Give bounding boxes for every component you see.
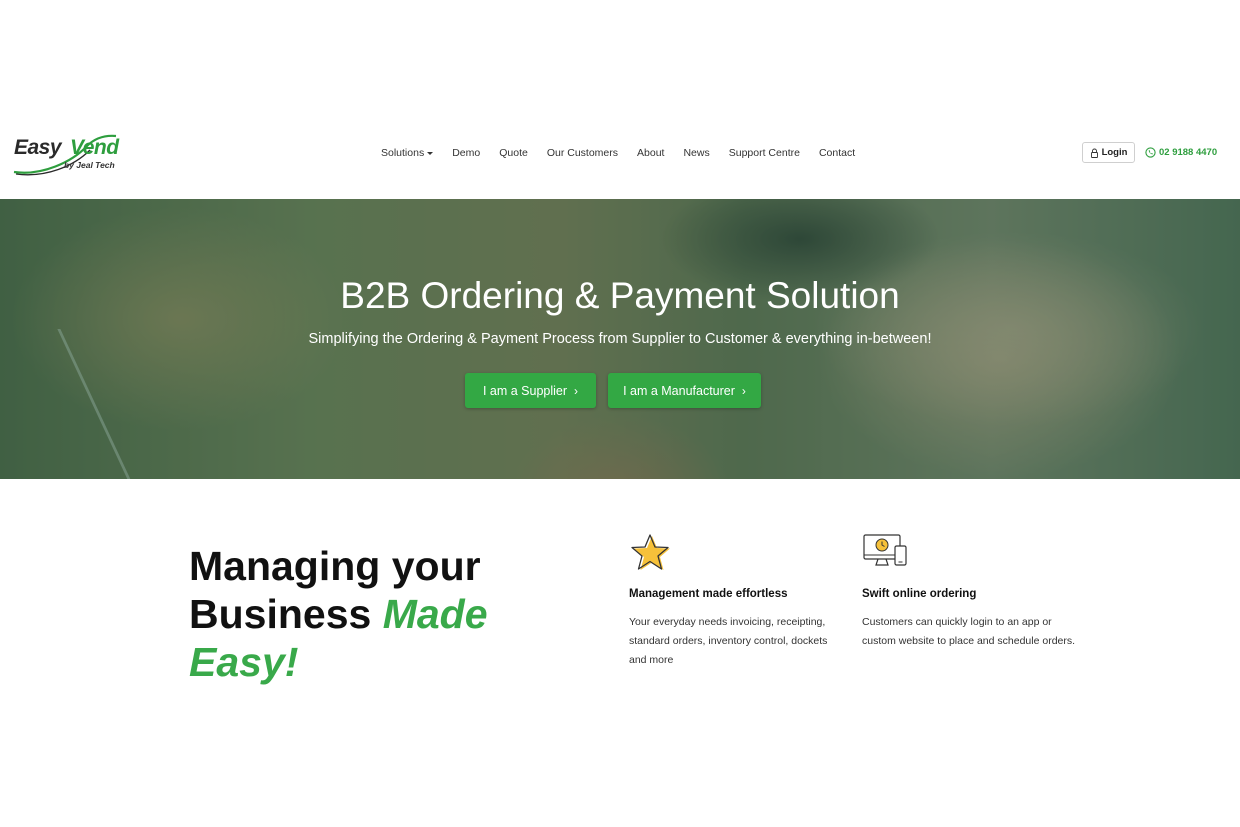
headline-line-2: Business	[189, 591, 372, 637]
chevron-right-icon: ›	[574, 383, 579, 398]
supplier-button-label: I am a Supplier	[482, 383, 568, 398]
caret-down-icon	[427, 151, 434, 155]
headline-accent-made: Made	[382, 591, 488, 637]
headline-accent-easy: Easy!	[189, 639, 299, 685]
nav-item-solutions-label: Solutions	[381, 147, 425, 159]
easyvend-logo[interactable]: Easy Vend by Jeal Tech	[12, 132, 122, 178]
hero-subtitle: Simplifying the Ordering & Payment Proce…	[308, 331, 932, 347]
nav-item-quote[interactable]: Quote	[499, 147, 528, 159]
supplier-button[interactable]: I am a Supplier ›	[465, 373, 596, 408]
feature-text: Customers can quickly login to an app or…	[862, 616, 1076, 647]
feature-text: Your everyday needs invoicing, receiptin…	[629, 616, 828, 666]
site-header: Easy Vend by Jeal Tech Solutions Demo Qu…	[0, 112, 1240, 200]
nav-item-our-customers[interactable]: Our Customers	[547, 147, 618, 159]
devices-icon	[863, 534, 907, 566]
logo-byline: by Jeal Tech	[64, 160, 115, 170]
lock-icon	[1090, 148, 1098, 158]
logo-word-vend: Vend	[70, 136, 119, 159]
nav-item-demo[interactable]: Demo	[452, 147, 480, 159]
feature-title: Swift online ordering	[862, 588, 977, 600]
login-button[interactable]: Login	[1082, 142, 1135, 163]
manufacturer-button-label: I am a Manufacturer	[623, 383, 735, 398]
nav-item-support-centre[interactable]: Support Centre	[729, 147, 800, 159]
nav-item-about[interactable]: About	[637, 147, 664, 159]
manufacturer-button[interactable]: I am a Manufacturer ›	[608, 373, 761, 408]
page: Easy Vend by Jeal Tech Solutions Demo Qu…	[0, 0, 1240, 827]
headline-line-1: Managing your	[189, 543, 481, 589]
chevron-right-icon: ›	[741, 383, 746, 398]
intro-headline: Managing your Business Made Easy!	[189, 542, 529, 686]
nav-item-solutions[interactable]: Solutions	[381, 147, 434, 159]
phone-icon	[1145, 147, 1156, 158]
logo-word-easy: Easy	[14, 136, 62, 159]
main-nav: Solutions Demo Quote Our Customers About…	[381, 147, 855, 159]
phone-link[interactable]: 02 9188 4470	[1145, 147, 1217, 158]
phone-number: 02 9188 4470	[1159, 147, 1218, 158]
nav-item-contact[interactable]: Contact	[819, 147, 855, 159]
hero-banner: B2B Ordering & Payment Solution Simplify…	[0, 199, 1240, 479]
feature-title: Management made effortless	[629, 588, 788, 600]
star-icon	[631, 534, 670, 570]
hero-title: B2B Ordering & Payment Solution	[340, 275, 900, 316]
nav-item-news[interactable]: News	[683, 147, 709, 159]
login-label: Login	[1101, 147, 1128, 158]
